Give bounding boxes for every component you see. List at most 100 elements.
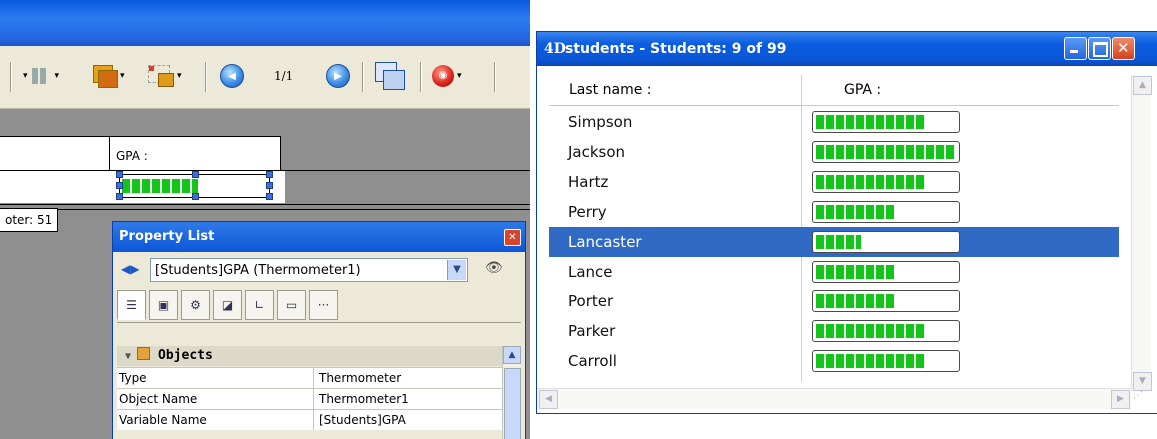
tab-display[interactable]: ▣	[149, 290, 178, 320]
arrow-left-right-icon[interactable]: ◀▶	[121, 262, 139, 276]
minimize-button[interactable]	[1064, 37, 1087, 60]
close-icon[interactable]: ✕	[504, 229, 521, 246]
footer-marker[interactable]: oter: 51	[0, 208, 59, 232]
property-key: Variable Name	[119, 413, 207, 427]
property-value[interactable]: Thermometer	[313, 368, 401, 388]
student-row[interactable]: Perry	[549, 197, 1119, 227]
selection-handle[interactable]	[266, 193, 273, 200]
student-row[interactable]: Porter	[549, 286, 1119, 316]
student-last-name: Perry	[568, 203, 607, 221]
tab-objects[interactable]: ☰	[117, 290, 146, 320]
property-row[interactable]: Variable Name [Students]GPA	[117, 409, 502, 430]
tab-entry[interactable]: ⚙	[181, 290, 210, 320]
selection-handle[interactable]	[116, 171, 123, 178]
selection-handle[interactable]	[266, 182, 273, 189]
gpa-thermometer-fill	[816, 235, 861, 249]
student-row[interactable]: Hartz	[549, 167, 1119, 197]
align-menu-button[interactable]: ▾ ▾	[20, 61, 59, 91]
windows-stack-icon	[375, 62, 405, 90]
collapse-triangle-icon[interactable]: ▼	[125, 351, 131, 362]
student-row[interactable]: Lance	[549, 257, 1119, 287]
horizontal-scrollbar[interactable]: ◀ ▶	[537, 388, 1131, 409]
student-row[interactable]: Carroll	[549, 346, 1119, 376]
gear-icon: ⚙	[190, 298, 201, 312]
thermometer-fill	[122, 179, 198, 193]
group-menu-button[interactable]: ▾	[148, 61, 182, 91]
student-row[interactable]: Parker	[549, 316, 1119, 346]
selection-handle[interactable]	[192, 171, 199, 178]
eye-icon[interactable]: 👁	[485, 260, 503, 276]
toolbar-separator	[362, 62, 364, 92]
gpa-thermometer-fill	[816, 205, 894, 219]
page-zero-button[interactable]	[375, 61, 405, 91]
chevron-down-icon[interactable]: ▼	[447, 260, 466, 280]
gpa-header-label[interactable]: GPA :	[116, 149, 148, 163]
student-last-name: Lancaster	[568, 233, 642, 251]
selection-handle[interactable]	[266, 171, 273, 178]
scroll-down-icon[interactable]: ▼	[1133, 372, 1152, 391]
chevron-down-icon: ▾	[457, 71, 462, 81]
column-header-gpa[interactable]: GPA :	[844, 82, 881, 98]
chevron-down-icon: ▾	[54, 71, 60, 81]
gpa-thermometer	[812, 350, 960, 372]
student-last-name: Simpson	[568, 113, 633, 131]
chevron-down-icon: ▾	[120, 71, 125, 81]
close-button[interactable]: ✕	[1112, 37, 1135, 60]
arrange-menu-button[interactable]: ▾	[93, 61, 125, 91]
tab-appearance[interactable]: ▭	[277, 290, 306, 320]
objects-section-title: Objects	[158, 348, 213, 363]
scroll-right-icon[interactable]: ▶	[1111, 390, 1130, 409]
column-header-last-name[interactable]: Last name :	[569, 82, 651, 98]
tab-coordinates[interactable]: ◪	[213, 290, 242, 320]
maximize-button[interactable]	[1088, 37, 1111, 60]
scroll-left-icon[interactable]: ◀	[539, 390, 558, 409]
selection-handle[interactable]	[192, 193, 199, 200]
scroll-up-icon[interactable]: ▲	[503, 346, 521, 364]
property-row[interactable]: Object Name Thermometer1	[117, 388, 502, 409]
student-row[interactable]: Simpson	[549, 107, 1119, 137]
student-last-name: Lance	[568, 263, 613, 281]
previous-page-button[interactable]: ◀	[220, 61, 244, 91]
chevron-down-icon: ▾	[23, 71, 28, 81]
gpa-thermometer	[812, 261, 960, 283]
selection-handle[interactable]	[116, 193, 123, 200]
group-icon	[148, 65, 174, 87]
property-row[interactable]: Type Thermometer	[117, 367, 502, 388]
next-page-icon: ▶	[326, 64, 350, 88]
minimize-icon	[1070, 50, 1078, 53]
layers-icon	[93, 65, 118, 88]
next-page-button[interactable]: ▶	[326, 61, 350, 91]
scroll-up-icon[interactable]: ▲	[1133, 76, 1152, 95]
property-list-title-bar[interactable]: Property List ✕	[113, 222, 525, 252]
property-value[interactable]: Thermometer1	[313, 389, 409, 409]
student-last-name: Hartz	[568, 173, 609, 191]
property-list-title: Property List	[119, 229, 215, 244]
stop-menu-button[interactable]: ◉ ▾	[432, 61, 462, 91]
display-icon: ▣	[157, 298, 170, 312]
selection-handle[interactable]	[116, 182, 123, 189]
student-row[interactable]: Lancaster	[549, 227, 1119, 257]
gpa-thermometer	[812, 201, 960, 223]
toolbar-separator	[205, 62, 207, 92]
vertical-scrollbar[interactable]: ▲ ▼	[1131, 75, 1152, 391]
gpa-thermometer	[812, 111, 960, 133]
tab-more[interactable]: ···	[309, 290, 338, 320]
objects-cube-icon	[137, 347, 151, 360]
object-selector[interactable]: [Students]GPA (Thermometer1) ▼	[150, 258, 468, 282]
tab-resizing[interactable]: ∟	[245, 290, 274, 320]
gpa-thermometer	[812, 231, 960, 253]
students-title-bar[interactable]: 4D students - Students: 9 of 99 ✕	[537, 32, 1157, 66]
gpa-thermometer-fill	[816, 265, 894, 279]
resize-grip-icon[interactable]: ⋰	[1133, 390, 1143, 401]
graph-icon: ∟	[254, 298, 265, 312]
scroll-thumb[interactable]	[504, 368, 521, 439]
property-value[interactable]: [Students]GPA	[313, 410, 406, 430]
divider	[117, 322, 521, 323]
window-title: students - Students: 9 of 99	[565, 41, 787, 57]
property-list-scrollbar[interactable]: ▲	[502, 346, 521, 439]
toolbar-separator	[420, 62, 422, 92]
student-row[interactable]: Jackson	[549, 137, 1119, 167]
gpa-thermometer-fill	[816, 324, 925, 338]
objects-section-header[interactable]: ▼ Objects	[117, 346, 502, 366]
detail-marker-line	[0, 204, 530, 205]
